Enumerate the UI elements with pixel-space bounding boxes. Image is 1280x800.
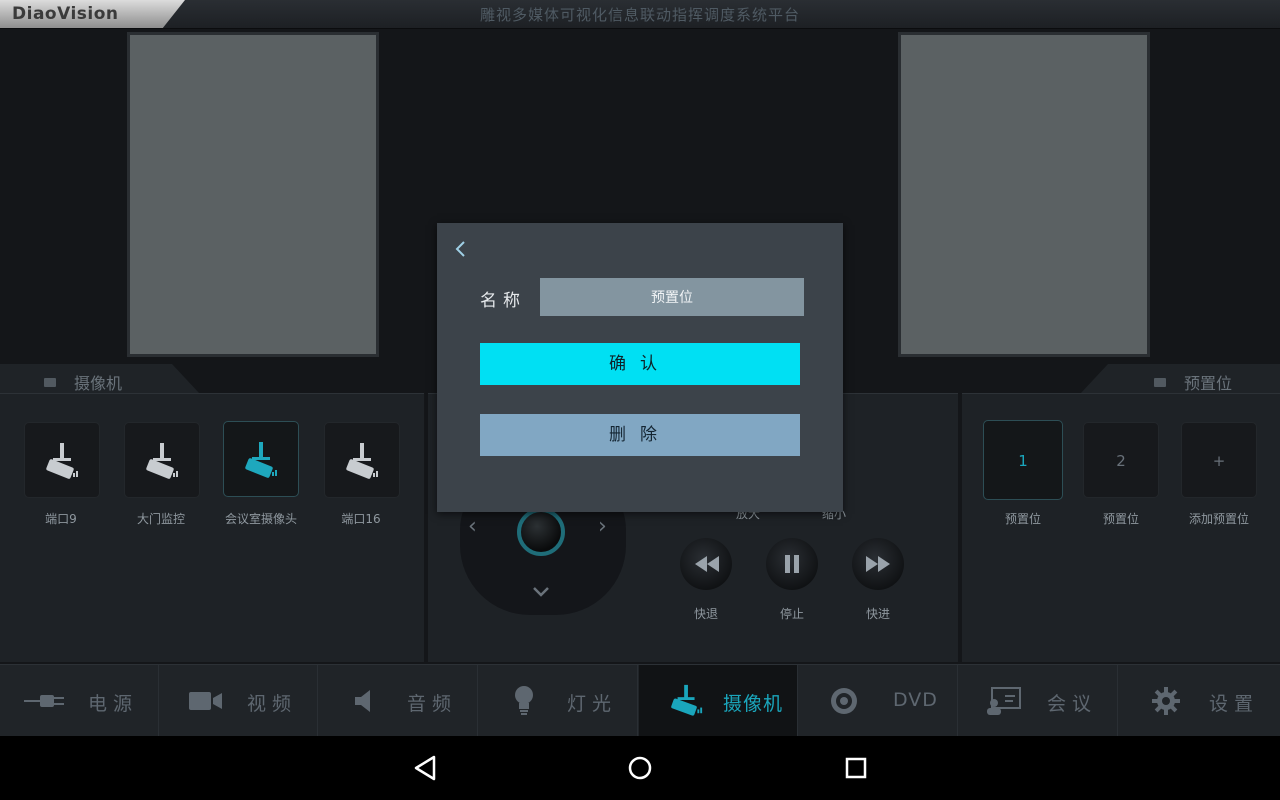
nav-meeting[interactable]: 会议 <box>959 665 1118 737</box>
bottom-nav: 电源 视频 音频 灯光 摄像机 DVD 会议 设置 <box>0 664 1280 737</box>
nav-camera[interactable]: 摄像机 <box>639 665 798 737</box>
delete-button[interactable]: 删除 <box>480 414 800 456</box>
preset-label: 添加预置位 <box>1188 512 1249 526</box>
forward-label: 快进 <box>865 607 890 621</box>
speaker-icon <box>355 690 370 712</box>
camera-label: 大门监控 <box>136 512 185 526</box>
surveillance-camera-icon <box>245 442 277 478</box>
back-chevron-icon[interactable] <box>453 239 467 259</box>
surveillance-camera-icon <box>146 443 178 479</box>
camera-tile-port16[interactable] <box>324 422 400 498</box>
recents-square-icon[interactable] <box>844 754 868 782</box>
plus-icon: + <box>1212 452 1226 470</box>
add-preset-button[interactable]: + <box>1181 422 1257 498</box>
nav-audio[interactable]: 音频 <box>319 665 478 737</box>
preset-tab: 预置位 <box>1154 370 1232 394</box>
pause-label: 停止 <box>779 607 804 621</box>
nav-label: DVD <box>893 689 938 711</box>
nav-label: 音频 <box>407 693 458 715</box>
light-bulb-icon <box>515 686 533 715</box>
nav-lighting[interactable]: 灯光 <box>479 665 638 737</box>
nav-settings[interactable]: 设置 <box>1119 665 1280 737</box>
pan-right-icon[interactable]: › <box>598 514 607 539</box>
preset-tile-2[interactable]: 2 <box>1083 422 1159 498</box>
back-triangle-icon[interactable] <box>412 754 438 782</box>
app-title: 雕视多媒体可视化信息联动指挥调度系统平台 <box>479 6 800 24</box>
title-bar: DiaoVision 雕视多媒体可视化信息联动指挥调度系统平台 <box>0 0 1280 29</box>
fast-forward-button[interactable] <box>852 538 904 590</box>
nav-video[interactable]: 视频 <box>159 665 318 737</box>
preset-tab-label: 预置位 <box>1184 374 1233 393</box>
camera-tile-meeting-room[interactable] <box>223 421 299 497</box>
camera-tab: 摄像机 <box>44 370 122 394</box>
joystick-center-button[interactable] <box>517 508 565 556</box>
preset-edit-dialog: 名称 确认 删除 <box>437 223 843 512</box>
android-navigation-bar <box>0 736 1280 800</box>
fast-forward-icon <box>866 556 890 572</box>
nav-dvd[interactable]: DVD <box>799 665 958 737</box>
rewind-icon <box>695 556 719 572</box>
preset-number: 2 <box>1116 452 1126 470</box>
nav-label: 视频 <box>247 693 298 715</box>
nav-power[interactable]: 电源 <box>0 665 159 737</box>
surveillance-camera-icon <box>671 684 703 716</box>
nav-label: 会议 <box>1047 693 1098 715</box>
gear-icon <box>1152 687 1180 715</box>
camera-tile-port9[interactable] <box>24 422 100 498</box>
surveillance-camera-icon <box>46 443 78 479</box>
pause-icon <box>785 555 799 573</box>
camera-label: 端口9 <box>45 512 77 526</box>
power-plug-icon <box>24 695 64 707</box>
rewind-label: 快退 <box>693 607 718 621</box>
home-circle-icon[interactable] <box>627 754 653 782</box>
camera-label: 会议室摄像头 <box>224 512 297 526</box>
confirm-button[interactable]: 确认 <box>480 343 800 385</box>
nav-label: 电源 <box>88 693 139 715</box>
camera-small-icon <box>44 378 56 387</box>
camera-small-icon <box>1154 378 1166 387</box>
preset-name-input[interactable] <box>540 278 804 316</box>
camera-tile-gate[interactable] <box>124 422 200 498</box>
nav-label: 摄像机 <box>723 693 784 715</box>
pan-left-icon[interactable]: ‹ <box>468 514 477 539</box>
preset-label: 预置位 <box>1102 512 1139 526</box>
camera-label: 端口16 <box>341 512 381 526</box>
video-camera-icon <box>189 692 222 710</box>
nav-label: 灯光 <box>567 693 618 715</box>
nav-label: 设置 <box>1209 693 1260 715</box>
tilt-down-icon[interactable] <box>532 586 550 598</box>
video-preview-right[interactable] <box>898 32 1150 357</box>
pause-button[interactable] <box>766 538 818 590</box>
meeting-icon <box>987 687 1021 715</box>
rewind-button[interactable] <box>680 538 732 590</box>
preset-number: 1 <box>1018 452 1028 470</box>
surveillance-camera-icon <box>346 443 378 479</box>
video-preview-left[interactable] <box>127 32 379 357</box>
camera-tab-label: 摄像机 <box>74 374 123 393</box>
name-label: 名称 <box>480 291 526 311</box>
preset-label: 预置位 <box>1004 512 1041 526</box>
disc-icon <box>831 688 857 714</box>
preset-tile-1[interactable]: 1 <box>983 420 1063 500</box>
